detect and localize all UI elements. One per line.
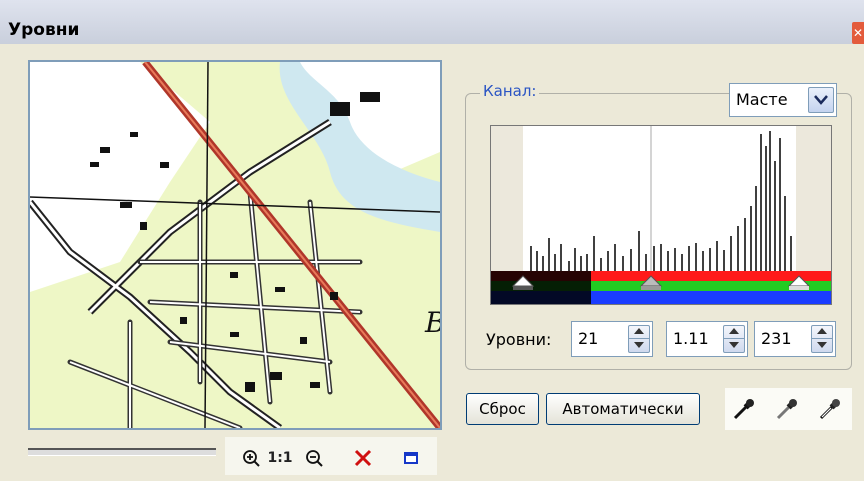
channel-selected-value: Масте <box>736 90 788 109</box>
title-bar: Уровни ✕ <box>0 0 864 44</box>
red-x-icon[interactable] <box>352 449 374 467</box>
gray-eyedropper-icon[interactable] <box>775 397 799 421</box>
svg-text:B: B <box>424 306 440 339</box>
gamma-spinner[interactable]: 1.11 <box>666 321 748 357</box>
zoom-out-icon[interactable] <box>303 449 325 467</box>
histogram[interactable] <box>490 125 832 305</box>
levels-label: Уровни: <box>486 330 552 349</box>
black-eyedropper-icon[interactable] <box>732 397 756 421</box>
window-title: Уровни <box>8 20 80 40</box>
one-to-one-button[interactable]: 1:1 <box>267 449 292 467</box>
gamma-value: 1.11 <box>673 329 709 348</box>
white-eyedropper-icon[interactable] <box>818 397 842 421</box>
spinner-arrows-icon[interactable] <box>723 325 745 353</box>
reset-button[interactable]: Сброс <box>466 393 539 425</box>
spinner-arrows-icon[interactable] <box>628 325 650 353</box>
white-level-value: 231 <box>761 329 792 348</box>
spinner-arrows-icon[interactable] <box>811 325 833 353</box>
chevron-down-icon[interactable] <box>808 87 834 113</box>
zoom-in-icon[interactable] <box>240 449 262 467</box>
black-level-value: 21 <box>578 329 599 348</box>
frame-icon[interactable] <box>400 449 422 467</box>
image-preview[interactable]: B <box>28 60 442 430</box>
zoom-slider[interactable] <box>28 448 216 456</box>
close-button[interactable]: ✕ <box>852 22 864 44</box>
white-level-spinner[interactable]: 231 <box>754 321 836 357</box>
black-level-spinner[interactable]: 21 <box>571 321 653 357</box>
channel-select[interactable]: Масте <box>729 83 837 117</box>
auto-button[interactable]: Автоматически <box>546 393 700 425</box>
channel-label: Канал: <box>480 82 540 100</box>
